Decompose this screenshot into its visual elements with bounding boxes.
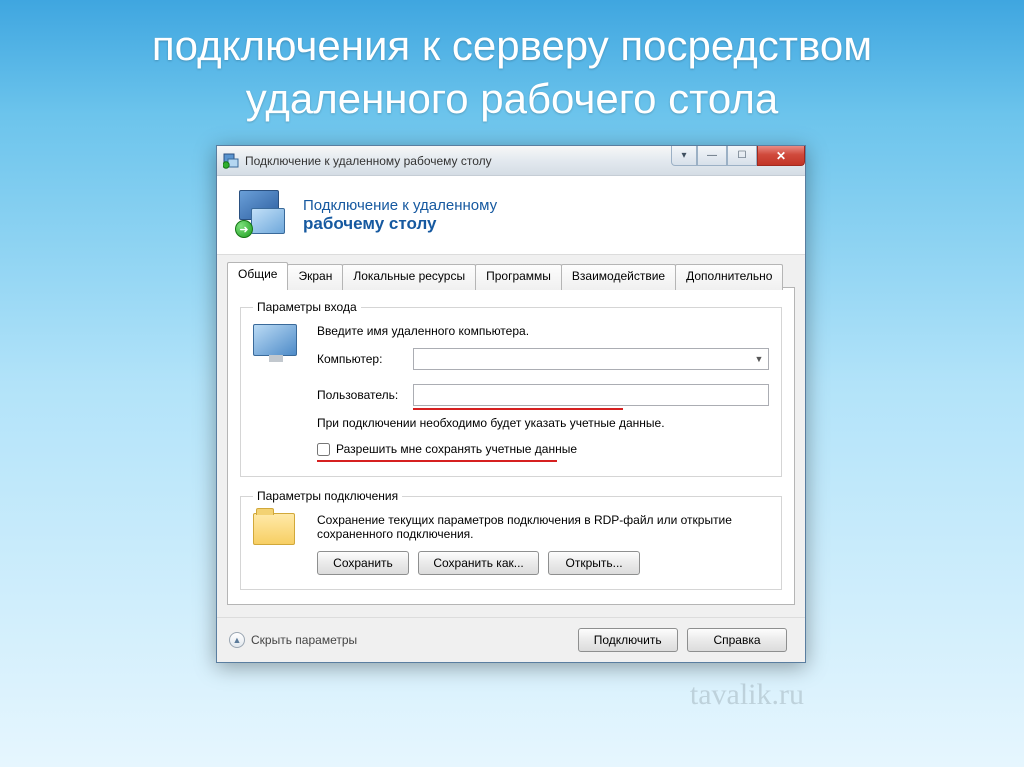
save-credentials-checkbox[interactable]: [317, 443, 330, 456]
tab-local-resources[interactable]: Локальные ресурсы: [342, 264, 476, 290]
tab-programs[interactable]: Программы: [475, 264, 562, 290]
tab-experience[interactable]: Взаимодействие: [561, 264, 676, 290]
titlebar[interactable]: Подключение к удаленному рабочему столу …: [217, 146, 805, 176]
rdp-app-icon: [223, 153, 239, 169]
tab-panel-general: Параметры входа Введите имя удаленного к…: [227, 287, 795, 605]
slide-title: подключения к серверу посредством удален…: [0, 0, 1024, 135]
computer-label: Компьютер:: [317, 352, 413, 366]
highlight-line-checkbox: [317, 460, 557, 462]
maximize-button[interactable]: ☐: [727, 146, 757, 166]
tab-advanced[interactable]: Дополнительно: [675, 264, 783, 290]
chevron-up-icon: ▲: [229, 632, 245, 648]
window-title: Подключение к удаленному рабочему столу: [245, 154, 492, 168]
connect-button[interactable]: Подключить: [578, 628, 678, 652]
tab-general[interactable]: Общие: [227, 262, 288, 288]
save-credentials-label: Разрешить мне сохранять учетные данные: [336, 442, 577, 456]
banner-line2: рабочему столу: [303, 214, 497, 234]
login-legend: Параметры входа: [253, 300, 361, 314]
hide-parameters-link[interactable]: ▲ Скрыть параметры: [229, 632, 357, 648]
save-button[interactable]: Сохранить: [317, 551, 409, 575]
computer-icon: [253, 324, 307, 462]
params-description: Сохранение текущих параметров подключени…: [317, 513, 769, 541]
rdp-dialog: Подключение к удаленному рабочему столу …: [216, 145, 806, 663]
tab-display[interactable]: Экран: [287, 264, 343, 290]
rdp-banner-icon: ➜: [235, 190, 289, 240]
tabs: Общие Экран Локальные ресурсы Программы …: [227, 262, 795, 288]
titlebar-dropdown-button[interactable]: ▾: [671, 146, 697, 166]
banner-line1: Подключение к удаленному: [303, 197, 497, 214]
login-group: Параметры входа Введите имя удаленного к…: [240, 300, 782, 477]
login-instruction: Введите имя удаленного компьютера.: [317, 324, 769, 338]
params-legend: Параметры подключения: [253, 489, 402, 503]
minimize-button[interactable]: —: [697, 146, 727, 166]
close-button[interactable]: ✕: [757, 146, 805, 166]
open-button[interactable]: Открыть...: [548, 551, 640, 575]
credentials-note: При подключении необходимо будет указать…: [317, 416, 769, 430]
help-button[interactable]: Справка: [687, 628, 787, 652]
window-controls: ▾ — ☐ ✕: [671, 146, 805, 166]
banner: ➜ Подключение к удаленному рабочему стол…: [217, 176, 805, 255]
user-label: Пользователь:: [317, 388, 413, 402]
save-as-button[interactable]: Сохранить как...: [418, 551, 538, 575]
computer-combobox[interactable]: ▼: [413, 348, 769, 370]
folder-icon: [253, 513, 307, 575]
highlight-line-user: [413, 408, 623, 410]
chevron-down-icon: ▼: [750, 349, 768, 369]
watermark: tavalik.ru: [690, 678, 804, 712]
connection-params-group: Параметры подключения Сохранение текущих…: [240, 489, 782, 590]
user-field[interactable]: [413, 384, 769, 406]
dialog-footer: ▲ Скрыть параметры Подключить Справка: [217, 617, 805, 662]
